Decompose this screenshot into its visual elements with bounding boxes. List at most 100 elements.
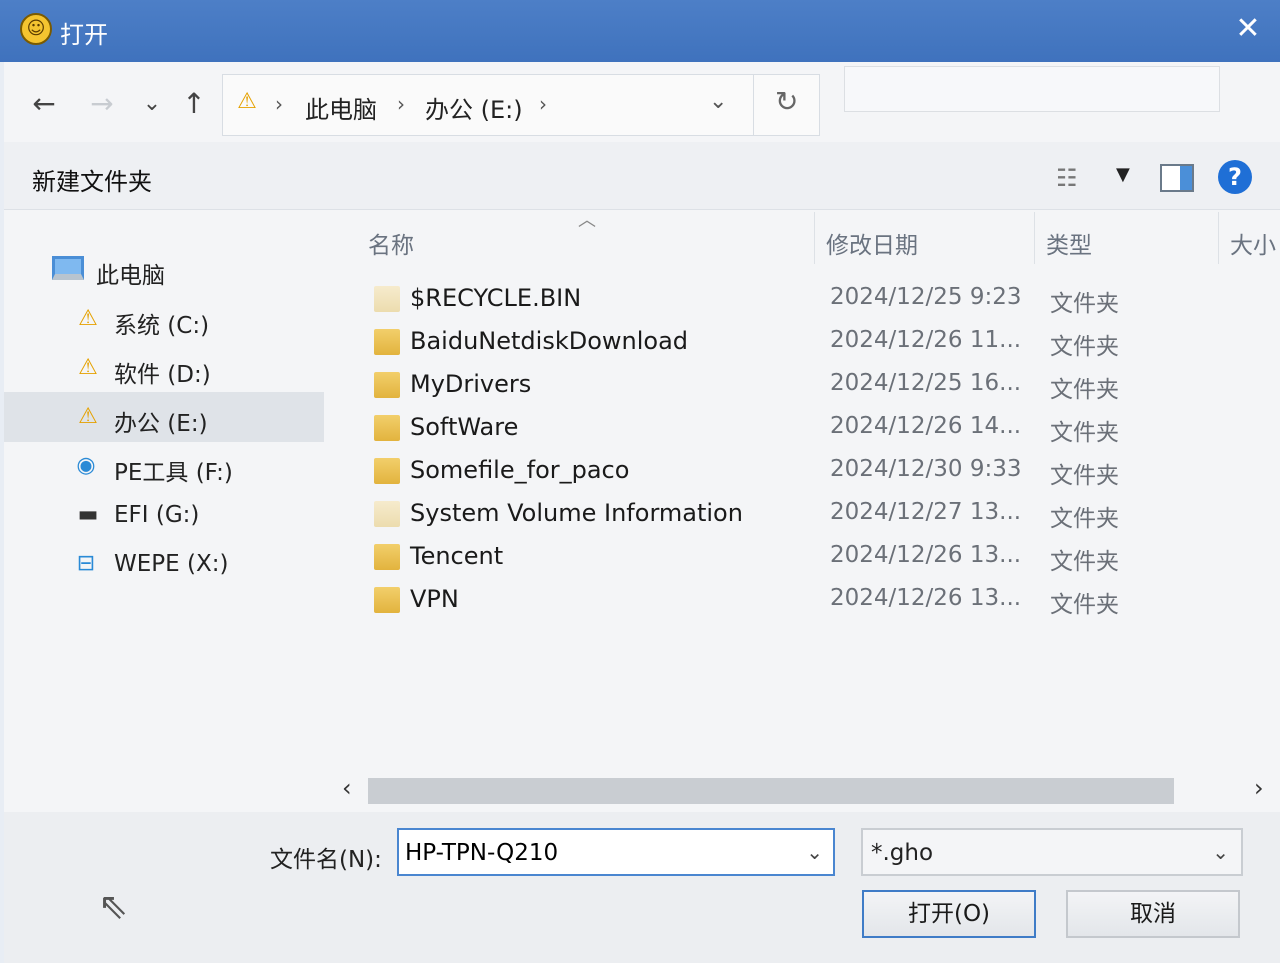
sidebar-item-label: PE工具 (F:): [114, 460, 233, 486]
filename-input[interactable]: [405, 836, 791, 870]
sort-ascending-icon: ︿: [578, 210, 596, 231]
folder-icon: [374, 544, 400, 570]
folder-icon: [374, 458, 400, 484]
file-name: Tencent: [410, 542, 504, 570]
help-icon[interactable]: ?: [1218, 160, 1252, 194]
column-header-size[interactable]: 大小: [1230, 226, 1276, 260]
address-dropdown-icon[interactable]: ⌄: [709, 89, 727, 114]
view-options-icon[interactable]: ☷: [1056, 164, 1090, 192]
address-bar[interactable]: ⚠ › 此电脑 › 办公 (E:) › ⌄ ↻: [222, 74, 820, 136]
sidebar-item-label: 软件 (D:): [114, 362, 211, 388]
scroll-thumb[interactable]: [368, 778, 1174, 804]
sidebar-item-label: 此电脑: [96, 263, 165, 289]
view-dropdown-icon[interactable]: ▼: [1116, 164, 1130, 185]
sidebar-item-label: 系统 (C:): [114, 313, 210, 339]
open-file-dialog: ← → ⌄ ↑ ⚠ › 此电脑 › 办公 (E:) › ⌄ ↻ 新建文件夹 ☷ …: [4, 62, 1280, 963]
cancel-button[interactable]: 取消: [1066, 890, 1240, 938]
file-row[interactable]: VPN 2024/12/26 13... 文件夹: [370, 579, 1190, 621]
sidebar-item-drive-c[interactable]: ⚠ 系统 (C:): [4, 294, 324, 344]
sidebar-item-drive-g[interactable]: ▬ EFI (G:): [4, 490, 324, 540]
mouse-cursor-icon: ⇖: [98, 886, 129, 927]
window-title: 打开: [60, 21, 108, 49]
folder-icon: [374, 329, 400, 355]
file-type: 文件夹: [1050, 592, 1119, 618]
file-list: ︿ 名称 修改日期 类型 大小 $RECYCLE.BIN 2024/12/25 …: [334, 210, 1280, 777]
file-name: BaiduNetdiskDownload: [410, 327, 689, 355]
sidebar-item-drive-f[interactable]: ◉ PE工具 (F:): [4, 441, 324, 491]
scroll-right-icon[interactable]: ›: [1254, 774, 1264, 802]
recent-locations-button[interactable]: ⌄: [138, 86, 166, 122]
close-button[interactable]: ✕: [1230, 12, 1266, 48]
new-folder-button[interactable]: 新建文件夹: [32, 162, 152, 197]
file-date: 2024/12/30 9:33: [830, 456, 1022, 482]
file-type: 文件夹: [1050, 377, 1119, 403]
file-date: 2024/12/26 13...: [830, 542, 1022, 568]
file-row[interactable]: MyDrivers 2024/12/25 16... 文件夹: [370, 364, 1190, 406]
filename-label: 文件名(N):: [270, 847, 382, 873]
drive-warning-icon: ⚠: [78, 355, 98, 380]
column-header-type[interactable]: 类型: [1046, 226, 1092, 260]
breadcrumb-this-pc[interactable]: 此电脑: [305, 90, 377, 125]
breadcrumb-drive-e[interactable]: 办公 (E:): [425, 90, 523, 125]
up-button[interactable]: ↑: [176, 86, 212, 122]
scroll-left-icon[interactable]: ‹: [342, 774, 352, 802]
chevron-down-icon[interactable]: ⌄: [806, 840, 823, 864]
folder-icon: [374, 286, 400, 312]
file-date: 2024/12/25 16...: [830, 370, 1022, 396]
breadcrumb-separator: ›: [275, 92, 283, 116]
search-input[interactable]: [844, 66, 1220, 112]
toolbar: 新建文件夹 ☷ ▼ ?: [4, 142, 1280, 210]
file-date: 2024/12/26 11...: [830, 327, 1022, 353]
folder-icon: [374, 501, 400, 527]
computer-icon: [52, 256, 84, 280]
file-row[interactable]: System Volume Information 2024/12/27 13.…: [370, 493, 1190, 535]
column-divider[interactable]: [1218, 212, 1219, 264]
file-type-filter-select[interactable]: *.gho ⌄: [861, 828, 1243, 876]
column-header-date[interactable]: 修改日期: [826, 226, 918, 260]
forward-button[interactable]: →: [84, 86, 120, 122]
column-header-name[interactable]: 名称: [368, 226, 414, 260]
sidebar-item-drive-x[interactable]: ⊟ WEPE (X:): [4, 539, 324, 589]
breadcrumb-separator: ›: [397, 92, 405, 116]
sidebar-item-drive-e[interactable]: ⚠ 办公 (E:): [4, 392, 324, 442]
file-type-filter-value: *.gho: [871, 840, 934, 866]
filename-combobox[interactable]: ⌄: [397, 828, 835, 876]
file-type: 文件夹: [1050, 291, 1119, 317]
folder-icon: [374, 415, 400, 441]
drive-warning-icon: ⚠: [237, 89, 257, 114]
address-divider: [753, 75, 754, 135]
back-button[interactable]: ←: [26, 86, 62, 122]
disk-drive-icon: ▬: [77, 502, 99, 527]
sidebar-item-label: WEPE (X:): [114, 551, 229, 577]
refresh-icon[interactable]: ↻: [775, 85, 798, 118]
file-type: 文件夹: [1050, 334, 1119, 360]
file-name-panel: 文件名(N): ⌄ *.gho ⌄ 打开(O) 取消: [4, 812, 1280, 963]
sidebar-item-label: EFI (G:): [114, 502, 200, 528]
file-row[interactable]: Tencent 2024/12/26 13... 文件夹: [370, 536, 1190, 578]
sidebar-item-label: 办公 (E:): [114, 411, 208, 437]
file-type: 文件夹: [1050, 506, 1119, 532]
file-row[interactable]: Somefile_for_paco 2024/12/30 9:33 文件夹: [370, 450, 1190, 492]
file-name: Somefile_for_paco: [410, 456, 630, 484]
sidebar-item-this-pc[interactable]: 此电脑: [4, 244, 324, 294]
sidebar-item-drive-d[interactable]: ⚠ 软件 (D:): [4, 343, 324, 393]
preview-pane-icon[interactable]: [1160, 164, 1194, 192]
column-divider[interactable]: [1034, 212, 1035, 264]
open-button[interactable]: 打开(O): [862, 890, 1036, 938]
file-type: 文件夹: [1050, 463, 1119, 489]
title-bar: ☺ 打开 ✕: [0, 0, 1280, 62]
horizontal-scrollbar[interactable]: ‹ ›: [334, 774, 1280, 808]
file-date: 2024/12/27 13...: [830, 499, 1022, 525]
file-name: $RECYCLE.BIN: [410, 284, 582, 312]
file-name: System Volume Information: [410, 499, 743, 527]
file-name: SoftWare: [410, 413, 519, 441]
file-row[interactable]: $RECYCLE.BIN 2024/12/25 9:23 文件夹: [370, 278, 1190, 320]
column-divider[interactable]: [814, 212, 815, 264]
network-drive-icon: ⊟: [76, 551, 96, 576]
file-name: MyDrivers: [410, 370, 532, 398]
file-row[interactable]: SoftWare 2024/12/26 14... 文件夹: [370, 407, 1190, 449]
drive-warning-icon: ⚠: [78, 306, 98, 331]
folder-icon: [374, 587, 400, 613]
breadcrumb-separator: ›: [539, 92, 547, 116]
file-row[interactable]: BaiduNetdiskDownload 2024/12/26 11... 文件…: [370, 321, 1190, 363]
